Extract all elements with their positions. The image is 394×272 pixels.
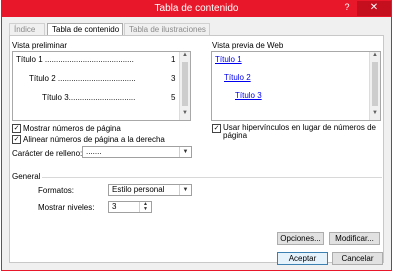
help-icon[interactable]: ?: [341, 2, 353, 14]
general-section-label: General: [12, 172, 41, 181]
formats-value: Estilo personal: [112, 185, 165, 194]
tab-tabla-de-contenido[interactable]: Tabla de contenido: [47, 23, 123, 35]
modify-button[interactable]: Modificar...: [329, 232, 380, 245]
tab-tabla-de-ilustraciones[interactable]: Tabla de ilustraciones: [124, 23, 210, 35]
print-entry-3-page: 5: [171, 93, 176, 102]
scroll-thumb[interactable]: [182, 62, 188, 106]
title-bar: Tabla de contenido ? ✕: [2, 1, 391, 17]
print-preview-box: Título 1 ...............................…: [12, 51, 191, 121]
web-preview-box: Título 1 Título 2 Título 3 ▲ ▼: [211, 51, 381, 121]
levels-label: Mostrar niveles:: [38, 203, 95, 212]
levels-value: 3: [112, 202, 117, 211]
show-page-numbers-checkbox[interactable]: ✓: [12, 124, 21, 133]
web-entry-3[interactable]: Título 3: [235, 91, 262, 100]
spin-arrows-icon[interactable]: ▲ ▼: [139, 202, 151, 212]
scroll-up-icon[interactable]: ▲: [370, 52, 380, 62]
hyperlinks-checkbox[interactable]: ✓: [212, 124, 221, 133]
options-button[interactable]: Opciones...: [277, 232, 324, 245]
chevron-down-icon[interactable]: ▼: [179, 185, 191, 195]
accept-button[interactable]: Aceptar: [277, 252, 328, 265]
scroll-thumb[interactable]: [372, 62, 378, 106]
print-entry-2-page: 3: [171, 74, 176, 83]
chevron-down-icon[interactable]: ▼: [179, 147, 191, 157]
print-entry-1-page: 1: [171, 55, 176, 64]
print-preview-label: Vista preliminar: [12, 41, 67, 50]
print-entry-3: Título 3..............................: [42, 93, 136, 102]
hyperlinks-label: Usar hipervínculos en lugar de números d…: [223, 123, 376, 140]
scroll-up-icon[interactable]: ▲: [180, 52, 190, 62]
web-preview-label: Vista previa de Web: [212, 41, 284, 50]
formats-select[interactable]: Estilo personal ▼: [108, 184, 192, 196]
general-divider: [42, 177, 382, 178]
close-icon[interactable]: ✕: [357, 1, 391, 16]
tab-indice[interactable]: Índice: [9, 23, 45, 35]
align-right-checkbox[interactable]: ✓: [12, 135, 21, 144]
tab-panel: Vista preliminar Título 1 ..............…: [9, 35, 384, 263]
scroll-down-icon[interactable]: ▼: [180, 110, 190, 120]
print-entry-2: Título 2 ...............................…: [29, 74, 136, 83]
scroll-down-icon[interactable]: ▼: [370, 110, 380, 120]
levels-stepper[interactable]: 3 ▲ ▼: [108, 201, 152, 213]
align-right-label: Alinear números de página a la derecha: [23, 135, 165, 144]
web-entry-1[interactable]: Título 1: [215, 55, 242, 64]
web-preview-scrollbar[interactable]: ▲ ▼: [369, 52, 380, 120]
dialog-title: Tabla de contenido: [154, 3, 239, 14]
cancel-button[interactable]: Cancelar: [332, 252, 383, 265]
web-entry-2[interactable]: Título 2: [224, 73, 251, 82]
dialog-window: Tabla de contenido ? ✕ Índice Tabla de c…: [1, 0, 392, 271]
show-page-numbers-label: Mostrar números de página: [23, 124, 121, 133]
formats-label: Formatos:: [38, 186, 75, 195]
print-entry-1: Título 1 ...............................…: [16, 55, 134, 64]
fill-char-label: Carácter de relleno:: [12, 149, 83, 158]
print-preview-scrollbar[interactable]: ▲ ▼: [179, 52, 190, 120]
fill-char-value: .......: [86, 147, 102, 156]
fill-char-select[interactable]: ....... ▼: [82, 146, 192, 158]
